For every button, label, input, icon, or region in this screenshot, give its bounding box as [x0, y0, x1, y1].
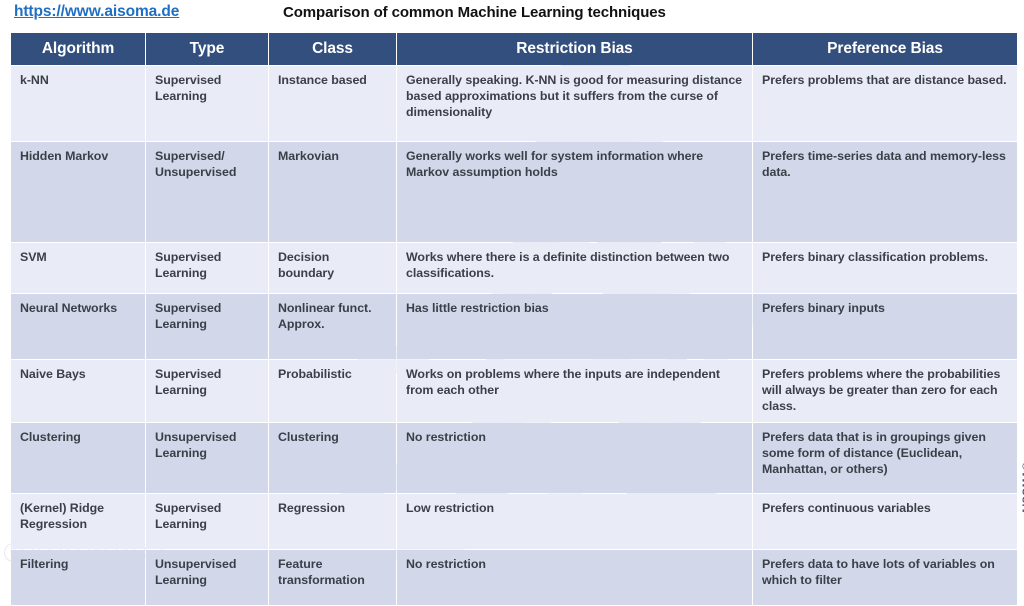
cell-class: Clustering — [269, 423, 396, 493]
table-row: Hidden Markov Supervised/ Unsupervised Mar… — [11, 142, 1017, 242]
cell-type: Unsupervised Learning — [146, 550, 268, 605]
cell-preference-bias: Prefers binary classification problems. — [753, 243, 1017, 293]
cell-algorithm: Naive Bays — [11, 360, 145, 422]
cell-preference-bias: Prefers continuous variables — [753, 494, 1017, 549]
cell-class: Decision boundary — [269, 243, 396, 293]
page-title: Comparison of common Machine Learning te… — [283, 4, 666, 21]
cell-type: Supervised Learning — [146, 494, 268, 549]
cell-algorithm: (Kernel) Ridge Regression — [11, 494, 145, 549]
header-bar: https://www.aisoma.de Comparison of comm… — [0, 0, 1024, 30]
cell-restriction-bias: Generally speaking. K-NN is good for mea… — [397, 66, 752, 141]
cell-restriction-bias: Low restriction — [397, 494, 752, 549]
cell-algorithm: SVM — [11, 243, 145, 293]
table-body: k-NN Supervised Learning Instance based Gen… — [11, 66, 1017, 605]
ml-techniques-table: Algorithm Type Class Restriction Bias Pr… — [10, 32, 1018, 606]
cell-type: Supervised Learning — [146, 360, 268, 422]
table-row: Neural Networks Supervised Learning Nonlin… — [11, 294, 1017, 359]
aisoma-website-link[interactable]: https://www.aisoma.de — [14, 3, 179, 21]
cell-restriction-bias: Has little restriction bias — [397, 294, 752, 359]
table-row: k-NN Supervised Learning Instance based Gen… — [11, 66, 1017, 141]
cell-preference-bias: Prefers data that is in groupings given … — [753, 423, 1017, 493]
cell-type: Supervised/ Unsupervised — [146, 142, 268, 242]
table-header-row: Algorithm Type Class Restriction Bias Pr… — [11, 33, 1017, 65]
cell-algorithm: Hidden Markov — [11, 142, 145, 242]
cell-class: Nonlinear funct. Approx. — [269, 294, 396, 359]
cell-type: Supervised Learning — [146, 66, 268, 141]
table-row: (Kernel) Ridge Regression Supervised Lear… — [11, 494, 1017, 549]
cell-algorithm: k-NN — [11, 66, 145, 141]
cell-class: Regression — [269, 494, 396, 549]
column-header-type: Type — [146, 33, 268, 65]
cell-algorithm: Filtering — [11, 550, 145, 605]
cell-algorithm: Clustering — [11, 423, 145, 493]
table-row: Clustering Unsupervised Learning Clusterin… — [11, 423, 1017, 493]
cell-preference-bias: Prefers problems that are distance based… — [753, 66, 1017, 141]
comparison-table-container: Algorithm Type Class Restriction Bias Pr… — [10, 32, 1017, 606]
cell-class: Markovian — [269, 142, 396, 242]
table-row: Naive Bays Supervised Learning Probabilist… — [11, 360, 1017, 422]
cell-restriction-bias: Works on problems where the inputs are i… — [397, 360, 752, 422]
cell-type: Supervised Learning — [146, 243, 268, 293]
cell-preference-bias: Prefers binary inputs — [753, 294, 1017, 359]
cell-restriction-bias: No restriction — [397, 423, 752, 493]
cell-type: Unsupervised Learning — [146, 423, 268, 493]
cell-preference-bias: Prefers time-series data and memory-less… — [753, 142, 1017, 242]
cell-class: Probabilistic — [269, 360, 396, 422]
column-header-algorithm: Algorithm — [11, 33, 145, 65]
column-header-preference-bias: Preference Bias — [753, 33, 1017, 65]
cell-type: Supervised Learning — [146, 294, 268, 359]
table-row: SVM Supervised Learning Decision boundary W… — [11, 243, 1017, 293]
cell-restriction-bias: Generally works well for system informat… — [397, 142, 752, 242]
cell-restriction-bias: No restriction — [397, 550, 752, 605]
column-header-class: Class — [269, 33, 396, 65]
cell-class: Instance based — [269, 66, 396, 141]
cell-class: Feature transformation — [269, 550, 396, 605]
table-row: Filtering Unsupervised Learning Feature tr… — [11, 550, 1017, 605]
cell-algorithm: Neural Networks — [11, 294, 145, 359]
column-header-restriction-bias: Restriction Bias — [397, 33, 752, 65]
cell-preference-bias: Prefers problems where the probabilities… — [753, 360, 1017, 422]
cell-preference-bias: Prefers data to have lots of variables o… — [753, 550, 1017, 605]
cell-restriction-bias: Works where there is a definite distinct… — [397, 243, 752, 293]
